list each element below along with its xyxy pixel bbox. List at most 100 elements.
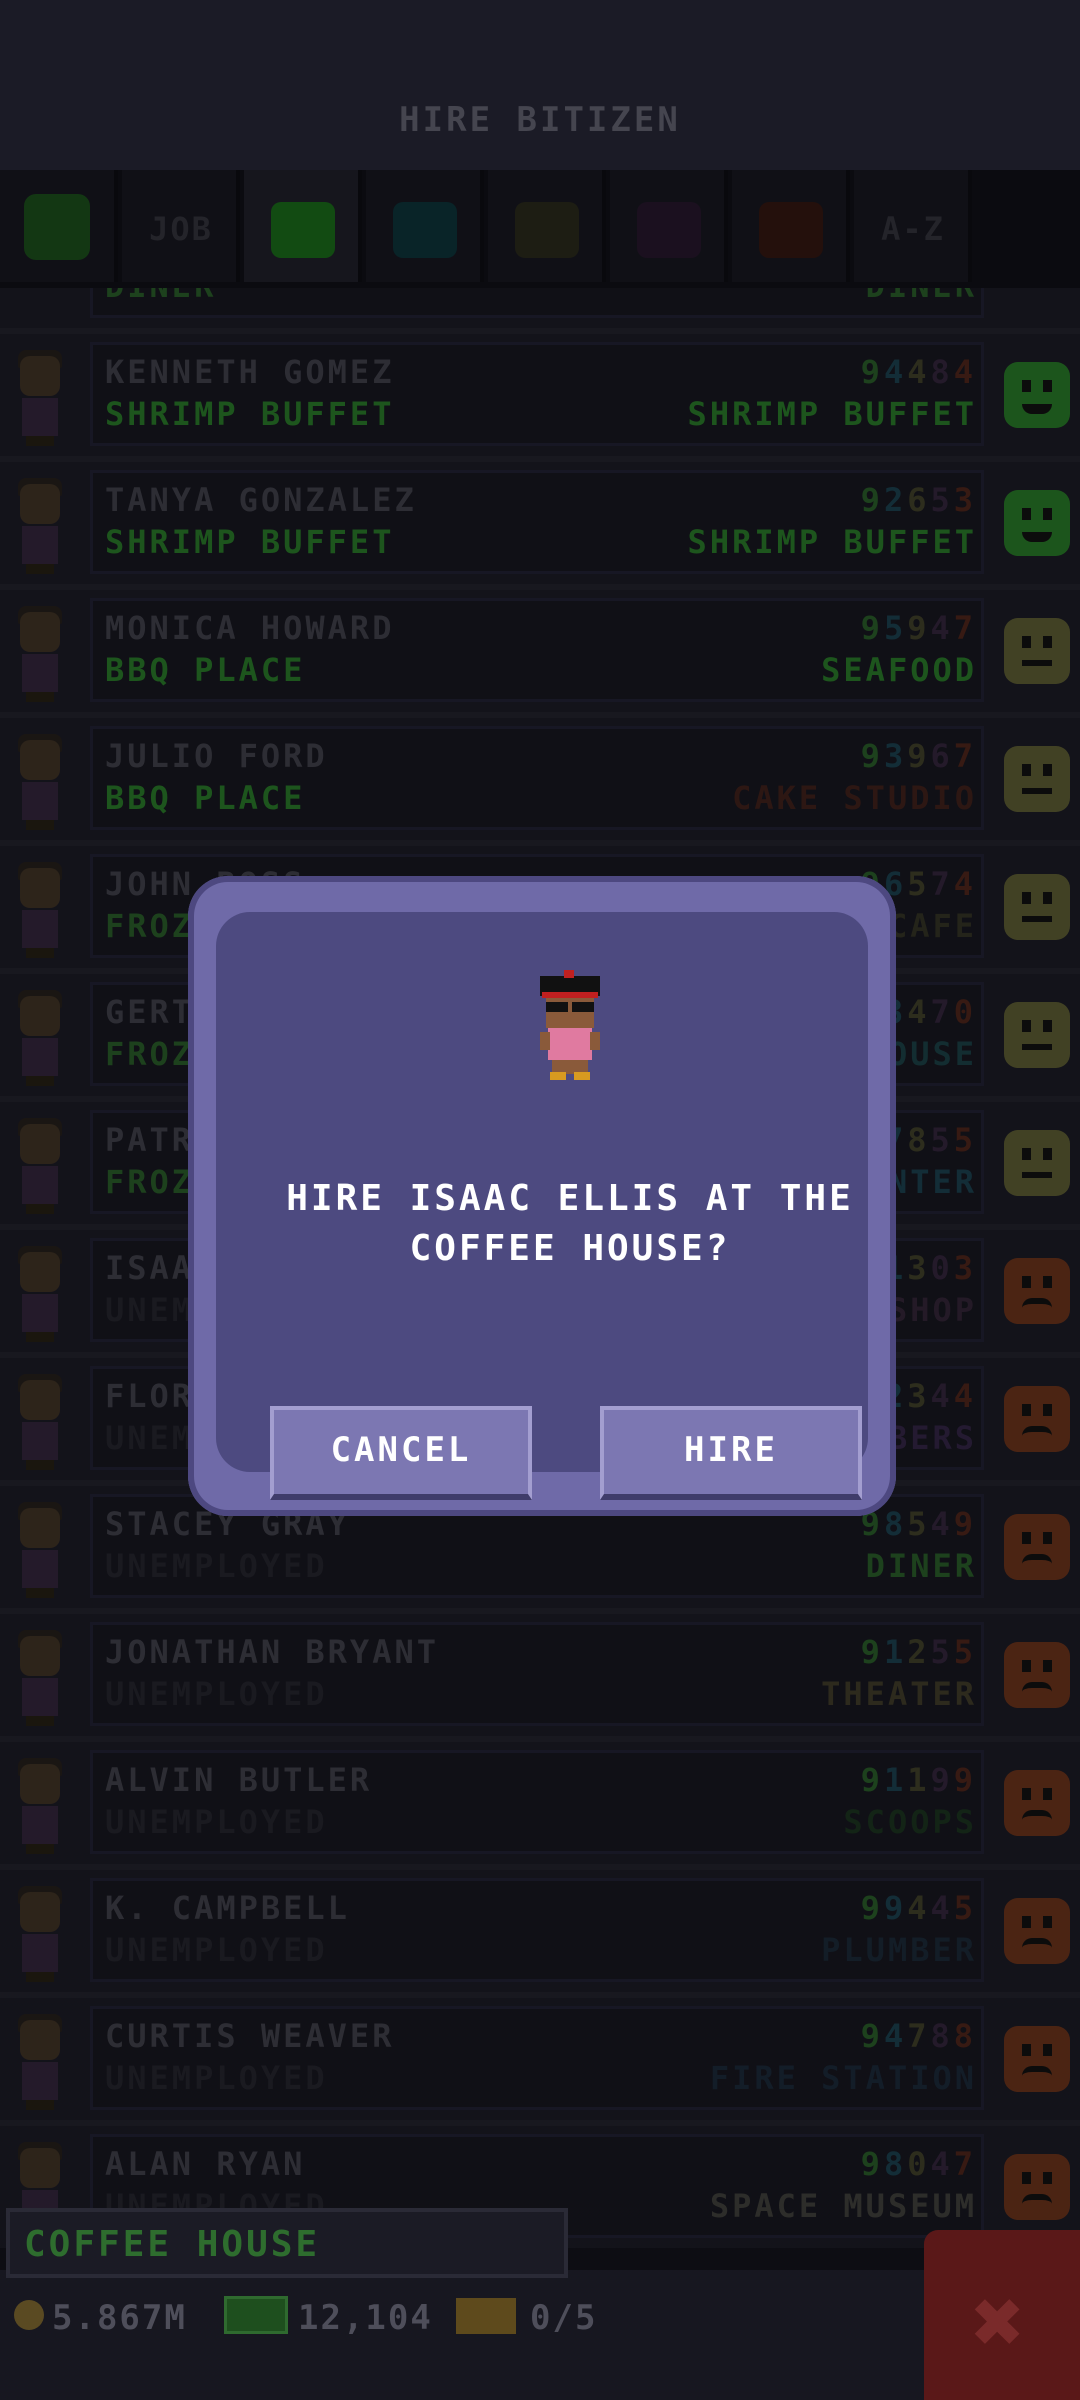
filter-tab-a-z[interactable]: A-Z — [854, 170, 972, 282]
close-button[interactable]: ✖ — [924, 2230, 1080, 2400]
resident-skills: 91255 — [861, 1633, 977, 1671]
neutral-face-icon — [1004, 618, 1070, 684]
resident-skills: 92653 — [861, 481, 977, 519]
resident-dream-job: SHRIMP BUFFET — [687, 395, 977, 433]
page-title: HIRE BITIZEN — [399, 100, 681, 140]
resident-name: ALAN RYAN — [105, 2145, 306, 2183]
resident-dream-job: SHRIMP BUFFET — [687, 523, 977, 561]
tab-label: A-Z — [881, 210, 945, 248]
skill-digit: 9 — [860, 1633, 884, 1671]
filter-tab-color-2[interactable] — [244, 170, 362, 282]
resident-skills: 95947 — [861, 609, 977, 647]
resident-card: DINER DINER — [90, 288, 984, 318]
skill-digit: 3 — [953, 481, 977, 519]
resident-card-icon — [456, 2298, 516, 2334]
hire-button[interactable]: HIRE — [600, 1406, 862, 1500]
resident-name: K. CAMPBELL — [105, 1889, 350, 1927]
skill-digit: 9 — [860, 2145, 884, 2183]
skill-digit: 7 — [930, 865, 954, 903]
resident-row[interactable]: CURTIS WEAVER UNEMPLOYED 94788 FIRE STATION — [0, 1992, 1080, 2120]
resident-dream-job: FIRE STATION — [709, 2059, 977, 2097]
resident-card: K. CAMPBELL UNEMPLOYED 99445 PLUMBER — [90, 1878, 984, 1982]
cancel-button[interactable]: CANCEL — [270, 1406, 532, 1500]
resident-avatar — [8, 2012, 68, 2112]
skill-digit: 4 — [930, 1889, 954, 1927]
sad-face-icon — [1004, 1514, 1070, 1580]
resident-row[interactable]: KENNETH GOMEZ SHRIMP BUFFET 94484 SHRIMP BU… — [0, 328, 1080, 456]
resident-card: MONICA HOWARD BBQ PLACE 95947 SEAFOOD — [90, 598, 984, 702]
skill-digit: 8 — [883, 1505, 908, 1543]
skill-digit: 5 — [930, 481, 954, 519]
filter-tab-color-3[interactable] — [366, 170, 484, 282]
skill-digit: 8 — [907, 1121, 931, 1159]
skill-digit: 9 — [907, 737, 931, 775]
resident-count: 0/5 — [530, 2298, 598, 2338]
resident-job: UNEMPLOYED — [105, 2059, 328, 2097]
skill-digit: 8 — [883, 2145, 908, 2183]
resident-name: JONATHAN BRYANT — [105, 1633, 439, 1671]
resident-avatar — [8, 604, 68, 704]
skill-digit: 9 — [953, 1505, 977, 1543]
skill-digit: 7 — [953, 2145, 977, 2183]
skill-digit: 4 — [907, 353, 931, 391]
skill-digit: 5 — [930, 1633, 954, 1671]
location-label: COFFEE HOUSE — [24, 2224, 321, 2265]
resident-row[interactable]: K. CAMPBELL UNEMPLOYED 99445 PLUMBER — [0, 1864, 1080, 1992]
resident-row[interactable]: JULIO FORD BBQ PLACE 93967 CAKE STUDIO — [0, 712, 1080, 840]
sad-face-icon — [1004, 2154, 1070, 2220]
message-line-1: HIRE ISAAC ELLIS AT THE — [286, 1178, 854, 1219]
resident-job: UNEMPLOYED — [105, 1803, 328, 1841]
skill-digit: 4 — [930, 609, 954, 647]
resident-card: ALVIN BUTLER UNEMPLOYED 91199 SCOOPS — [90, 1750, 984, 1854]
skill-digit: 5 — [953, 1121, 977, 1159]
sad-face-icon — [1004, 1642, 1070, 1708]
resident-skills: 91199 — [861, 1761, 977, 1799]
filter-tab-color-4[interactable] — [488, 170, 606, 282]
resident-avatar — [8, 1116, 68, 1216]
skill-digit: 9 — [883, 1889, 908, 1927]
category-color-swatch — [393, 202, 457, 258]
resident-row[interactable]: MONICA HOWARD BBQ PLACE 95947 SEAFOOD — [0, 584, 1080, 712]
resident-row-partial[interactable]: DINER DINER — [0, 288, 1080, 328]
skill-digit: 4 — [883, 353, 908, 391]
skill-digit: 3 — [907, 1249, 931, 1287]
skill-digit: 4 — [930, 2145, 954, 2183]
resident-dream-job: SPACE MUSEUM — [709, 2187, 977, 2225]
resident-avatar — [8, 348, 68, 448]
resident-avatar — [8, 1500, 68, 1600]
hire-confirmation-message: HIRE ISAAC ELLIS AT THE COFFEE HOUSE? — [256, 1174, 884, 1274]
filter-tab-smiley-0[interactable] — [0, 170, 118, 282]
neutral-face-icon — [1004, 1002, 1070, 1068]
resident-job: UNEMPLOYED — [105, 1931, 328, 1969]
skill-digit: 8 — [953, 2017, 977, 2055]
skill-digit: 4 — [953, 1377, 977, 1415]
resident-avatar — [8, 1884, 68, 1984]
skill-digit: 4 — [907, 993, 931, 1031]
skill-digit: 0 — [953, 993, 977, 1031]
resident-job: UNEMPLOYED — [105, 1675, 328, 1713]
resident-row[interactable]: JONATHAN BRYANT UNEMPLOYED 91255 THEATER — [0, 1608, 1080, 1736]
dialog-panel: HIRE ISAAC ELLIS AT THE COFFEE HOUSE? CA… — [216, 912, 868, 1500]
skill-digit: 3 — [883, 737, 908, 775]
resident-avatar — [8, 476, 68, 576]
filter-tab-color-5[interactable] — [610, 170, 728, 282]
resident-dream-job: SHOP — [887, 1291, 977, 1329]
skill-digit: 1 — [883, 1761, 908, 1799]
skill-digit: 6 — [907, 481, 931, 519]
skill-digit: 1 — [883, 1633, 908, 1671]
tab-label: JOB — [149, 210, 213, 248]
resident-avatar — [8, 1372, 68, 1472]
current-location: COFFEE HOUSE — [6, 2208, 568, 2278]
skill-digit: 6 — [930, 737, 954, 775]
resident-card: CURTIS WEAVER UNEMPLOYED 94788 FIRE STATION — [90, 2006, 984, 2110]
skill-digit: 9 — [860, 2017, 884, 2055]
category-color-swatch — [271, 202, 335, 258]
filter-tab-color-6[interactable] — [732, 170, 850, 282]
sad-face-icon — [1004, 2026, 1070, 2092]
skill-digit: 4 — [883, 2017, 908, 2055]
resident-row[interactable]: ALVIN BUTLER UNEMPLOYED 91199 SCOOPS — [0, 1736, 1080, 1864]
filter-tab-job[interactable]: JOB — [122, 170, 240, 282]
resident-dream-job: CAKE STUDIO — [732, 779, 977, 817]
resident-dream-job: SCOOPS — [843, 1803, 977, 1841]
resident-row[interactable]: TANYA GONZALEZ SHRIMP BUFFET 92653 SHRIMP B… — [0, 456, 1080, 584]
